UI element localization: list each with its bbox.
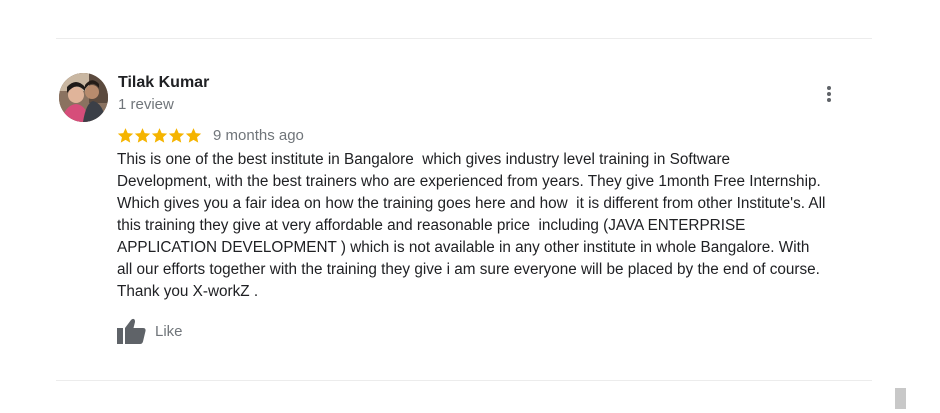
- avatar-photo: [59, 73, 108, 122]
- like-label: Like: [155, 322, 183, 340]
- review-text-line: Thank you X-workZ .: [117, 283, 259, 300]
- review-text-line: all our efforts together with the traini…: [117, 261, 820, 278]
- review-text-line: this training they give at very affordab…: [117, 217, 746, 234]
- star-rating: [117, 127, 202, 144]
- rating-row: 9 months ago: [117, 125, 304, 145]
- scrollbar-thumb[interactable]: [895, 388, 906, 409]
- review-time: 9 months ago: [213, 126, 304, 144]
- author-avatar[interactable]: [59, 73, 108, 122]
- divider-bottom: [56, 380, 872, 381]
- star-icon: [168, 127, 185, 143]
- review-text-line: Development, with the best trainers who …: [117, 173, 821, 190]
- author-name[interactable]: Tilak Kumar: [118, 74, 209, 92]
- review-text: This is one of the best institute in Ban…: [117, 149, 877, 303]
- review-text-line: This is one of the best institute in Ban…: [117, 151, 731, 168]
- like-button[interactable]: Like: [117, 317, 183, 345]
- review-text-line: APPLICATION DEVELOPMENT ) which is not a…: [117, 239, 810, 256]
- star-icon: [185, 127, 202, 143]
- review-text-line: Which gives you a fair idea on how the t…: [117, 195, 826, 212]
- star-icon: [134, 127, 151, 143]
- divider-top: [56, 38, 872, 39]
- author-review-count[interactable]: 1 review: [118, 96, 174, 113]
- review-page: Tilak Kumar 1 review 9 months ago This i…: [0, 0, 940, 413]
- thumb-up-icon: [117, 318, 146, 344]
- star-icon: [151, 127, 168, 143]
- more-options-button[interactable]: [816, 80, 842, 108]
- star-icon: [117, 127, 134, 143]
